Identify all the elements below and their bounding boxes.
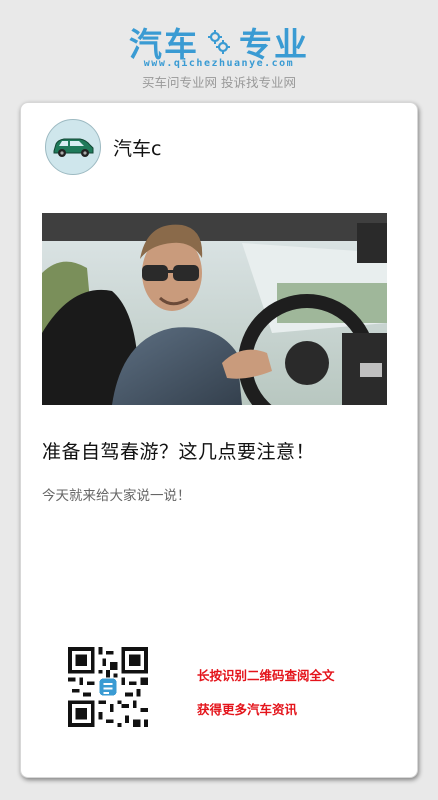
- man-driving-car-photo: [42, 213, 387, 405]
- hero-image[interactable]: [42, 213, 387, 405]
- author-name[interactable]: 汽车c: [113, 134, 161, 161]
- share-line-1: 长按识别二维码查阅全文: [197, 668, 335, 683]
- site-header: 汽车 专业 www.qichezhuanye.com 买车问专业网 投诉找专业网: [0, 0, 438, 100]
- avatar[interactable]: [45, 119, 101, 175]
- site-slogan: 买车问专业网 投诉找专业网: [142, 75, 296, 90]
- article-subtitle: 今天就来给大家说一说！: [42, 488, 191, 504]
- share-line-2: 获得更多汽车资讯: [197, 702, 298, 717]
- article-title[interactable]: 准备自驾春游？这几点要注意！: [42, 437, 392, 464]
- share-instructions: 长按识别二维码查阅全文 获得更多汽车资讯: [197, 659, 335, 727]
- author-row: 汽车c: [45, 119, 161, 175]
- gear-icon: [205, 28, 233, 56]
- car-icon: [53, 138, 94, 157]
- site-domain: www.qichezhuanye.com: [143, 58, 295, 69]
- qr-code-icon[interactable]: [68, 647, 148, 727]
- share-card: 汽车c 准备自驾春游？这几点要注意！ 今天就来给大家说一说！ 长按识别二维码查阅…: [20, 102, 418, 778]
